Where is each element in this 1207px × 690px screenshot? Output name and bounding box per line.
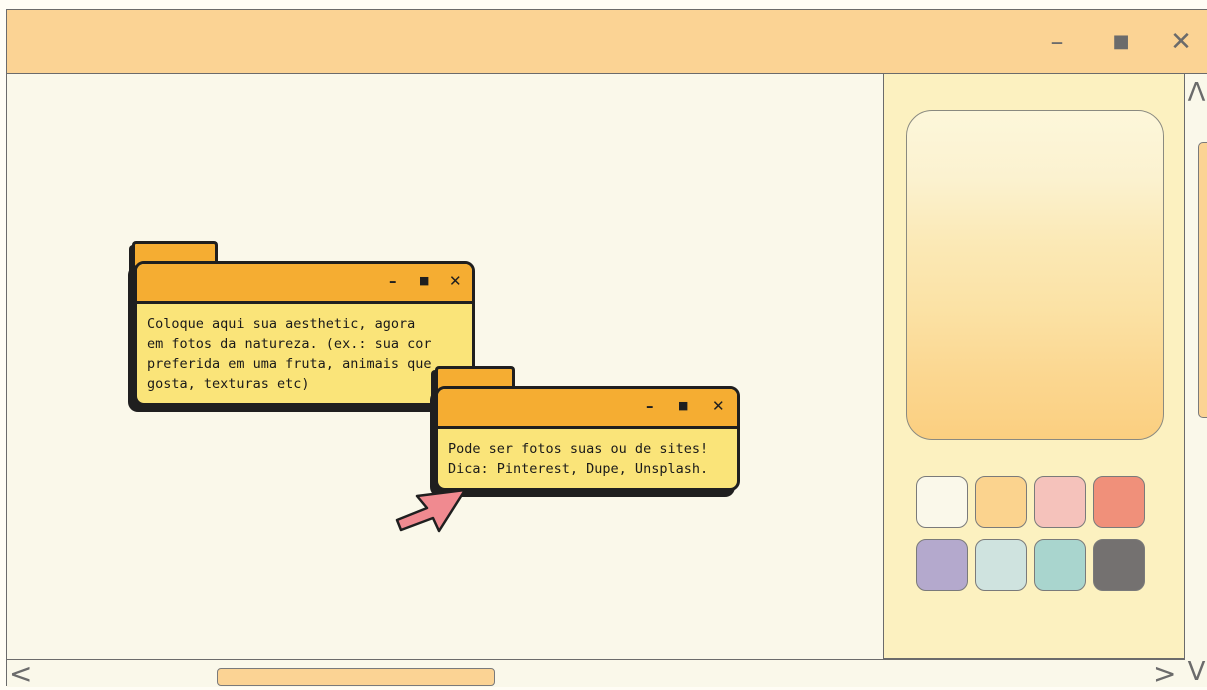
image-preview-area[interactable]: [906, 110, 1164, 440]
window-maximize-button[interactable]: ■: [1107, 28, 1135, 56]
cursor-arrow-icon: [395, 488, 467, 533]
popup-line-1: Pode ser fotos suas ou de sites!: [448, 441, 709, 457]
vertical-scroll-thumb[interactable]: [1198, 142, 1207, 418]
window-titlebar: – ■ ✕: [7, 10, 1207, 74]
color-swatch[interactable]: [916, 539, 968, 591]
popup-line-1: Coloque aqui sua aesthetic, agora: [147, 316, 416, 332]
popup-line-4: gosta, texturas etc): [147, 376, 310, 392]
popup-minimize-button[interactable]: –: [646, 397, 654, 415]
palette-panel: [883, 74, 1185, 659]
note-popup-tip: – ■ ✕ Pode ser fotos suas ou de sites! D…: [430, 366, 741, 497]
note-popup-aesthetic: – ■ ✕ Coloque aqui sua aesthetic, agora …: [128, 241, 476, 412]
popup-header: – ■ ✕: [137, 264, 472, 304]
window-minimize-button[interactable]: –: [1043, 28, 1071, 56]
popup-close-button[interactable]: ✕: [712, 397, 725, 415]
popup-line-3: preferida em uma fruta, animais que: [147, 356, 432, 372]
color-swatch[interactable]: [975, 539, 1027, 591]
horizontal-scroll-thumb[interactable]: [217, 668, 495, 686]
main-window: – ■ ✕ – ■ ✕ Coloque aqui sua aesthetic, …: [6, 9, 1207, 688]
scroll-up-arrow-icon[interactable]: Λ: [1185, 78, 1207, 108]
color-swatch[interactable]: [1034, 539, 1086, 591]
scroll-right-arrow-icon[interactable]: >: [1153, 660, 1177, 688]
window-close-button[interactable]: ✕: [1167, 28, 1195, 56]
popup-header: – ■ ✕: [438, 389, 737, 429]
popup-maximize-button[interactable]: ■: [678, 399, 688, 412]
popup-close-button[interactable]: ✕: [449, 272, 462, 290]
scroll-down-arrow-icon[interactable]: V: [1185, 659, 1207, 685]
horizontal-scrollbar[interactable]: < >: [7, 659, 1185, 688]
color-swatch[interactable]: [1034, 476, 1086, 528]
color-swatch[interactable]: [975, 476, 1027, 528]
popup-maximize-button[interactable]: ■: [419, 274, 429, 287]
vertical-scrollbar[interactable]: Λ V: [1185, 74, 1207, 687]
scroll-left-arrow-icon[interactable]: <: [9, 660, 33, 688]
color-swatch[interactable]: [1093, 476, 1145, 528]
popup-line-2: Dica: Pinterest, Dupe, Unsplash.: [448, 461, 709, 477]
popup-minimize-button[interactable]: –: [389, 272, 397, 290]
color-swatch[interactable]: [916, 476, 968, 528]
popup-line-2: em fotos da natureza. (ex.: sua cor: [147, 336, 432, 352]
color-swatch[interactable]: [1093, 539, 1145, 591]
